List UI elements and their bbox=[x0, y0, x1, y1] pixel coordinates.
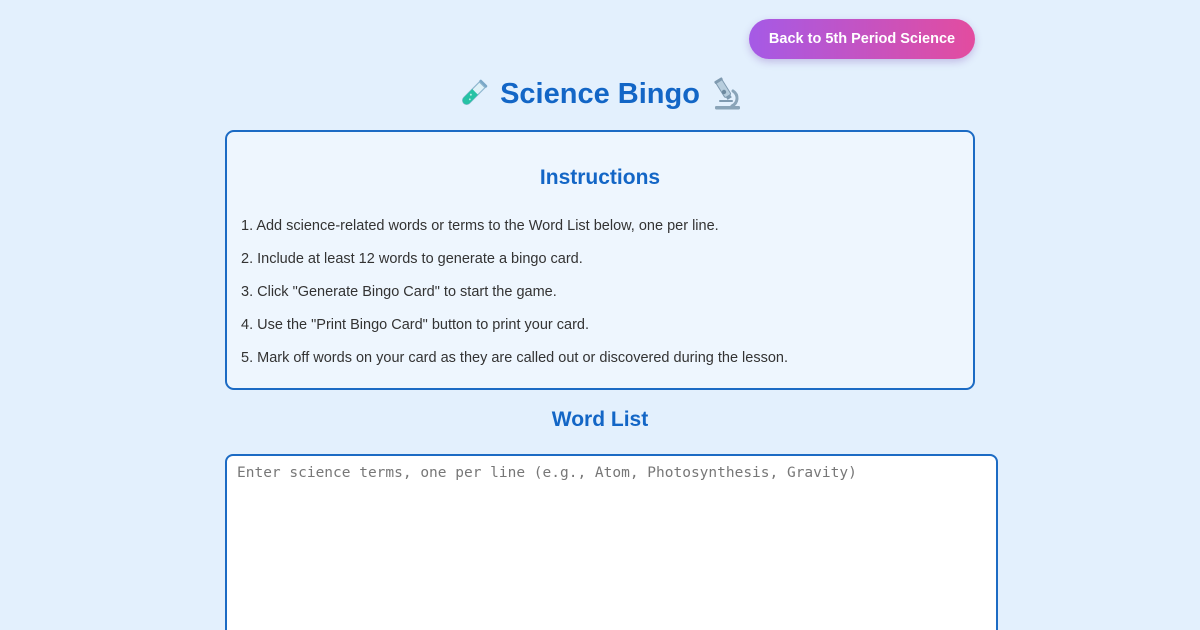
instructions-heading: Instructions bbox=[539, 166, 661, 189]
word-list-heading: Word List bbox=[551, 408, 649, 431]
instructions-list: 1. Add science-related words or terms to… bbox=[241, 210, 788, 375]
instruction-item: 2. Include at least 12 words to generate… bbox=[241, 251, 583, 267]
title-row: Science Bingo bbox=[0, 72, 1200, 116]
page-title: Science Bingo bbox=[500, 77, 700, 110]
microscope-icon bbox=[710, 77, 744, 111]
back-to-class-button[interactable]: Back to 5th Period Science bbox=[749, 19, 975, 59]
test-tube-icon bbox=[456, 77, 490, 111]
instruction-item: 4. Use the "Print Bingo Card" button to … bbox=[241, 317, 589, 333]
instruction-item: 3. Click "Generate Bingo Card" to start … bbox=[241, 284, 557, 300]
instruction-item: 1. Add science-related words or terms to… bbox=[241, 218, 719, 234]
page: Back to 5th Period Science Science Bingo bbox=[0, 0, 1200, 630]
instructions-panel: Instructions 1. Add science-related word… bbox=[225, 130, 975, 390]
word-list-input[interactable] bbox=[225, 454, 998, 630]
instruction-item: 5. Mark off words on your card as they a… bbox=[241, 350, 788, 366]
